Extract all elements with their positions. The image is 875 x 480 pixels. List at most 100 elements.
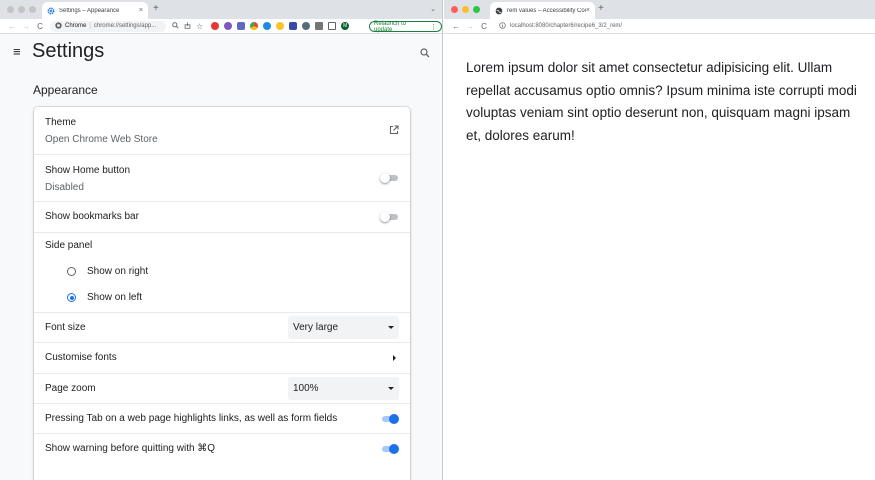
tab-highlights-toggle[interactable]	[380, 414, 399, 424]
font-size-select[interactable]: Very large	[288, 316, 399, 339]
theme-sub: Open Chrome Web Store	[45, 134, 158, 145]
window-controls	[451, 6, 480, 13]
wing-icon[interactable]	[289, 22, 298, 30]
reload-button[interactable]: C	[477, 22, 491, 31]
theme-row[interactable]: Theme Open Chrome Web Store	[34, 107, 410, 154]
bookmark-star-icon[interactable]: ☆	[196, 22, 203, 31]
chrome-menu-icon[interactable]: ⋮	[430, 23, 437, 31]
home-button-toggle[interactable]	[380, 173, 399, 183]
window-controls	[7, 6, 36, 13]
radio-show-on-right[interactable]	[67, 267, 76, 276]
theme-icon[interactable]	[237, 22, 246, 30]
ghost-icon[interactable]	[224, 22, 233, 30]
tab-search-chevron-icon[interactable]: ⌄	[430, 5, 436, 13]
vpn-icon[interactable]	[263, 22, 272, 30]
back-button[interactable]: ←	[449, 22, 463, 31]
tab-strip: rem values – Accessibility Coo × +	[444, 0, 875, 19]
zoom-icon[interactable]	[172, 21, 179, 31]
settings-gear-icon	[47, 6, 55, 15]
info-icon	[499, 21, 506, 31]
tab-strip: Settings – Appearance × + ⌄	[0, 0, 442, 19]
close-window-button[interactable]	[7, 6, 14, 13]
opera-icon[interactable]	[211, 22, 220, 30]
extensions-area: M	[211, 22, 354, 30]
quit-warning-toggle[interactable]	[380, 444, 399, 454]
close-tab-icon[interactable]: ×	[139, 7, 143, 14]
zoom-window-button[interactable]	[473, 6, 480, 13]
radio-show-on-left[interactable]	[67, 293, 76, 302]
quit-warning-label: Show warning before quitting with ⌘Q	[45, 443, 216, 454]
show-on-right-label[interactable]: Show on right	[87, 266, 148, 277]
show-home-button-row: Show Home button Disabled	[34, 154, 410, 201]
theme-label: Theme	[45, 117, 77, 128]
minimize-window-button[interactable]	[462, 6, 469, 13]
tab-highlights-label: Pressing Tab on a web page highlights li…	[45, 413, 338, 424]
back-button[interactable]: ←	[5, 22, 19, 31]
tab-title: rem values – Accessibility Coo	[507, 7, 586, 14]
customise-fonts-row[interactable]: Customise fonts	[34, 342, 410, 373]
section-title-appearance: Appearance	[33, 83, 98, 97]
page-zoom-value: 100%	[293, 383, 319, 394]
reload-button[interactable]: C	[33, 22, 47, 31]
address-bar[interactable]: Chrome | chrome://settings/app...	[50, 20, 166, 32]
settings-page: ≡ Settings Appearance Theme Open Chrome …	[0, 34, 442, 480]
home-button-sub: Disabled	[45, 182, 84, 193]
bookmarks-bar-label: Show bookmarks bar	[45, 211, 139, 222]
dropdown-caret-icon	[388, 387, 394, 390]
profile-avatar[interactable]: M	[341, 22, 350, 30]
forward-button[interactable]: →	[19, 22, 33, 31]
appearance-card: Theme Open Chrome Web Store Show Home bu…	[34, 107, 410, 480]
star-badge-icon[interactable]	[276, 22, 285, 30]
dropdown-caret-icon	[388, 326, 394, 329]
page-content: Lorem ipsum dolor sit amet consectetur a…	[444, 34, 875, 480]
hamburger-menu-icon[interactable]: ≡	[13, 44, 21, 59]
globe-icon	[495, 7, 503, 15]
tab-rem-values[interactable]: rem values – Accessibility Coo ×	[490, 2, 595, 19]
arrow-right-icon	[393, 355, 396, 361]
address-separator: |	[89, 23, 91, 29]
browser-toolbar: ← → C localhost:8080/chapter6/recipe6_3/…	[444, 19, 875, 34]
side-panel-row: Side panel Show on right Show on left	[34, 232, 410, 312]
bookmarks-bar-toggle[interactable]	[380, 212, 399, 222]
font-size-label: Font size	[45, 322, 86, 333]
tab-settings-appearance[interactable]: Settings – Appearance ×	[42, 2, 148, 19]
puzzle-icon[interactable]	[315, 22, 324, 30]
customise-fonts-label: Customise fonts	[45, 352, 117, 363]
tab-title: Settings – Appearance	[59, 7, 120, 14]
font-size-value: Very large	[293, 322, 339, 333]
close-window-button[interactable]	[451, 6, 458, 13]
body-paragraph: Lorem ipsum dolor sit amet consectetur a…	[466, 60, 857, 143]
address-url: chrome://settings/app...	[93, 23, 157, 29]
relaunch-button[interactable]: Relaunch to update ⋮	[369, 20, 442, 33]
site-chip: Chrome	[65, 23, 87, 29]
font-size-row: Font size Very large	[34, 312, 410, 342]
settings-browser-window: Settings – Appearance × + ⌄ ← → C Chrome…	[0, 0, 443, 480]
browser-toolbar: ← → C Chrome | chrome://settings/app... …	[0, 19, 442, 34]
close-tab-icon[interactable]: ×	[586, 7, 590, 14]
share-icon[interactable]	[184, 21, 191, 31]
tab-highlights-row: Pressing Tab on a web page highlights li…	[34, 403, 410, 433]
open-in-new-icon[interactable]	[389, 125, 399, 135]
address-url: localhost:8080/chapter6/recipe6_3/2_rem/	[510, 23, 623, 29]
zoom-window-button[interactable]	[29, 6, 36, 13]
demo-browser-window: rem values – Accessibility Coo × + ← → C…	[444, 0, 875, 480]
side-panel-label: Side panel	[45, 240, 93, 251]
forward-button[interactable]: →	[463, 22, 477, 31]
search-settings-icon[interactable]	[420, 45, 430, 58]
minimize-window-button[interactable]	[18, 6, 25, 13]
chrome-logo-icon	[55, 21, 62, 31]
address-bar[interactable]: localhost:8080/chapter6/recipe6_3/2_rem/	[494, 21, 627, 32]
home-button-label: Show Home button	[45, 165, 131, 176]
chrome-icon[interactable]	[250, 22, 259, 30]
new-tab-button[interactable]: +	[153, 3, 159, 14]
page-title: Settings	[32, 40, 105, 62]
new-tab-button[interactable]: +	[598, 3, 604, 14]
page-zoom-select[interactable]: 100%	[288, 377, 399, 400]
page-zoom-row: Page zoom 100%	[34, 373, 410, 403]
gear-icon[interactable]	[302, 22, 311, 30]
show-on-left-label[interactable]: Show on left	[87, 292, 142, 303]
relaunch-label: Relaunch to update	[374, 20, 407, 33]
sidepanel-icon[interactable]	[328, 22, 337, 30]
show-bookmarks-bar-row: Show bookmarks bar	[34, 201, 410, 232]
quit-warning-row: Show warning before quitting with ⌘Q	[34, 433, 410, 464]
